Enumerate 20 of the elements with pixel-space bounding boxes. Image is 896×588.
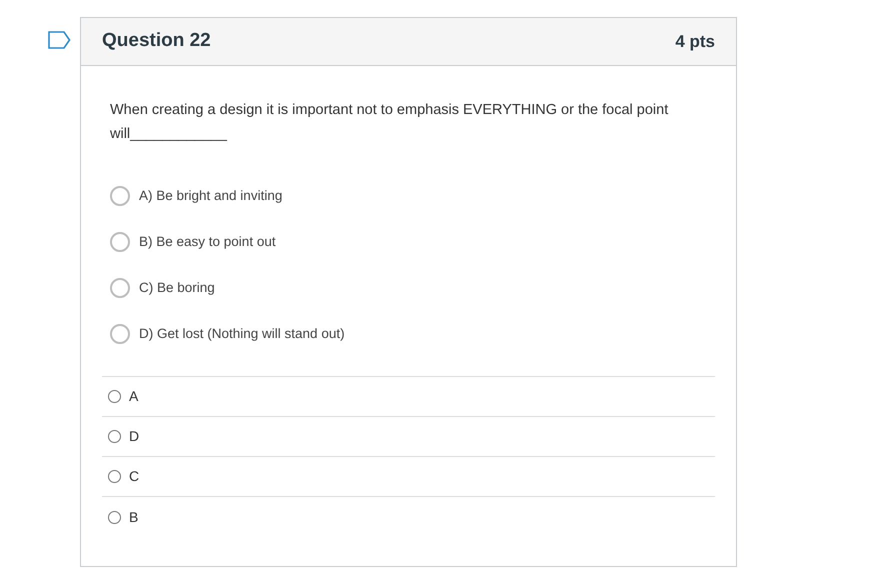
question-title: Question 22 — [102, 29, 211, 54]
choice-label: B) Be easy to point out — [139, 232, 276, 251]
answer-label: D — [129, 427, 140, 446]
answer-label: C — [129, 467, 140, 486]
choice-label: D) Get lost (Nothing will stand out) — [139, 324, 345, 343]
choice-label: C) Be boring — [139, 278, 215, 297]
radio-button[interactable] — [110, 186, 130, 206]
radio-button[interactable] — [108, 430, 121, 443]
choice-label: A) Be bright and inviting — [139, 186, 282, 205]
answer-label: A — [129, 387, 138, 406]
radio-button[interactable] — [108, 510, 121, 524]
answer-label: B — [129, 508, 138, 526]
radio-button[interactable] — [110, 278, 130, 298]
radio-button[interactable] — [108, 470, 121, 483]
question-text: When creating a design it is important not to emphasis EVERYTHING or the focal point will____________ — [110, 101, 670, 144]
radio-button[interactable] — [110, 324, 130, 344]
radio-button[interactable] — [110, 232, 130, 252]
flag-icon[interactable] — [48, 31, 71, 49]
points-label: 4 pts — [675, 30, 715, 53]
radio-button[interactable] — [108, 390, 121, 403]
